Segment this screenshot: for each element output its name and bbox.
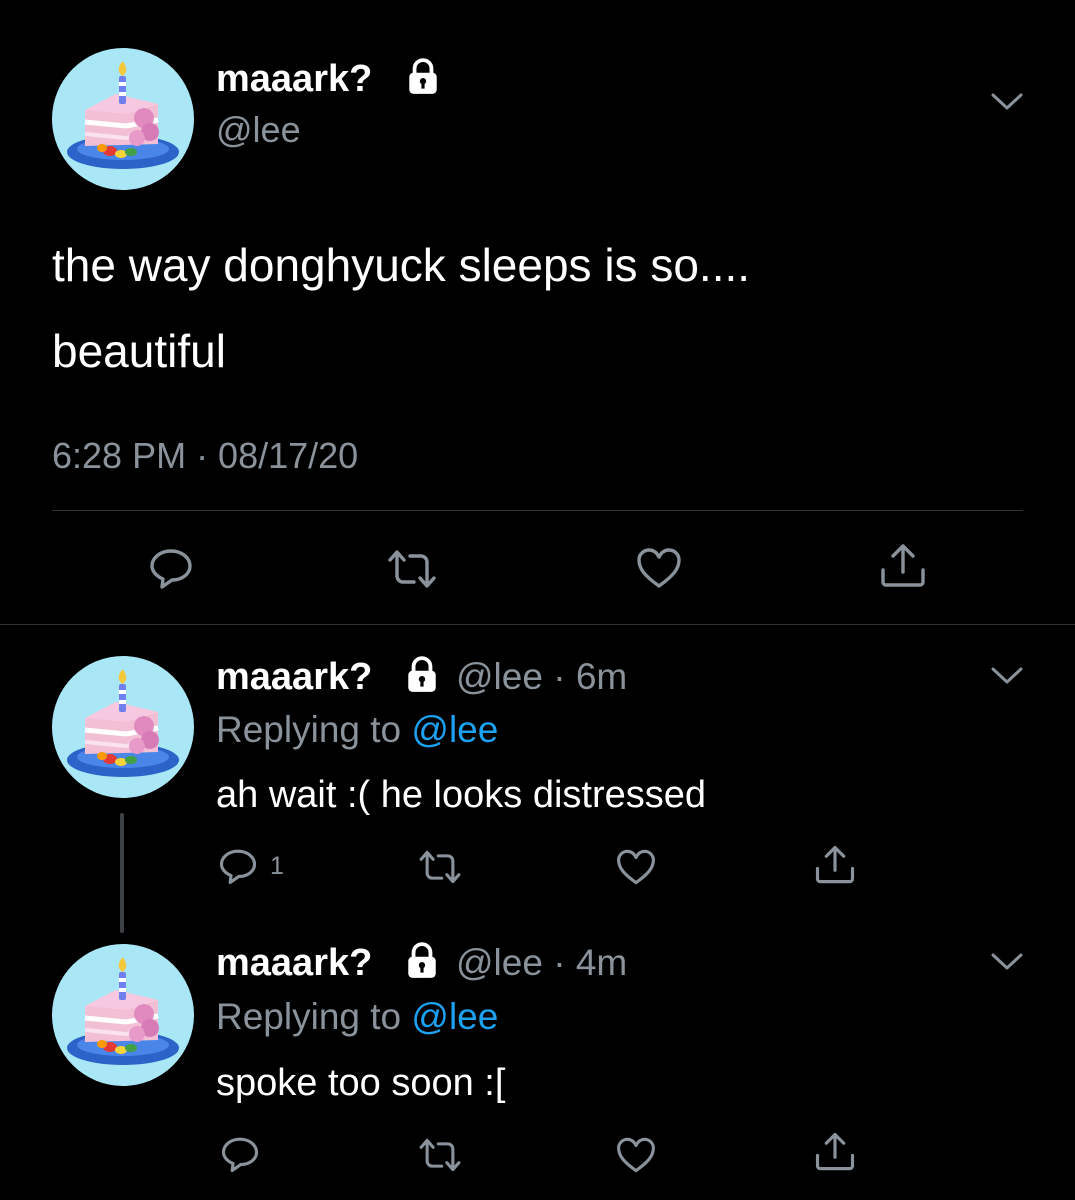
- replying-to: Replying to @lee: [216, 707, 498, 753]
- reply-icon[interactable]: [218, 846, 258, 886]
- reply-icon[interactable]: [148, 545, 194, 591]
- replying-to-label: Replying to: [216, 996, 402, 1037]
- avatar[interactable]: [52, 656, 194, 798]
- replying-to-link[interactable]: @lee: [411, 709, 498, 750]
- reply-header: maaark?: [216, 940, 372, 986]
- tweet-text: the way donghyuck sleeps is so.... beaut…: [52, 222, 750, 394]
- reply-meta: @lee · 4m: [456, 940, 627, 986]
- reply-count: 1: [270, 852, 284, 880]
- lock-icon: [406, 58, 440, 96]
- lock-icon: [405, 656, 439, 694]
- tweet-text-line-1: the way donghyuck sleeps is so....: [52, 239, 751, 291]
- section-divider: [0, 624, 1075, 625]
- handle[interactable]: @lee: [216, 108, 301, 152]
- share-icon[interactable]: [878, 542, 928, 590]
- display-name[interactable]: maaark?: [216, 56, 372, 102]
- retweet-icon[interactable]: [384, 546, 440, 592]
- retweet-icon[interactable]: [416, 1135, 464, 1175]
- chevron-down-icon[interactable]: [990, 952, 1024, 972]
- replying-to-label: Replying to: [216, 709, 402, 750]
- tweet-age[interactable]: · 6m: [553, 656, 627, 697]
- retweet-icon[interactable]: [416, 847, 464, 887]
- replying-to: Replying to @lee: [216, 994, 498, 1040]
- heart-icon[interactable]: [635, 545, 683, 591]
- reply-meta: @lee · 6m: [456, 654, 627, 700]
- reply-text: ah wait :( he looks distressed: [216, 774, 707, 816]
- replying-to-link[interactable]: @lee: [411, 996, 498, 1037]
- handle[interactable]: @lee: [456, 656, 543, 697]
- thread-line: [120, 813, 124, 933]
- reply-header: maaark?: [216, 654, 372, 700]
- display-name[interactable]: maaark?: [216, 942, 372, 984]
- handle[interactable]: @lee: [456, 942, 543, 983]
- tweet-age[interactable]: · 4m: [553, 942, 627, 983]
- lock-icon: [405, 942, 439, 980]
- reply-text: spoke too soon :[: [216, 1062, 506, 1104]
- heart-icon[interactable]: [615, 1135, 657, 1175]
- share-icon[interactable]: [813, 1131, 857, 1173]
- tweet-timestamp[interactable]: 6:28 PM · 08/17/20: [52, 434, 358, 478]
- heart-icon[interactable]: [615, 847, 657, 887]
- tweet-text-line-2: beautiful: [52, 325, 226, 377]
- share-icon[interactable]: [813, 844, 857, 886]
- chevron-down-icon[interactable]: [990, 92, 1024, 112]
- reply-icon[interactable]: [220, 1134, 260, 1174]
- avatar[interactable]: [52, 48, 194, 190]
- avatar[interactable]: [52, 944, 194, 1086]
- display-name[interactable]: maaark?: [216, 656, 372, 698]
- chevron-down-icon[interactable]: [990, 666, 1024, 686]
- divider: [52, 510, 1023, 511]
